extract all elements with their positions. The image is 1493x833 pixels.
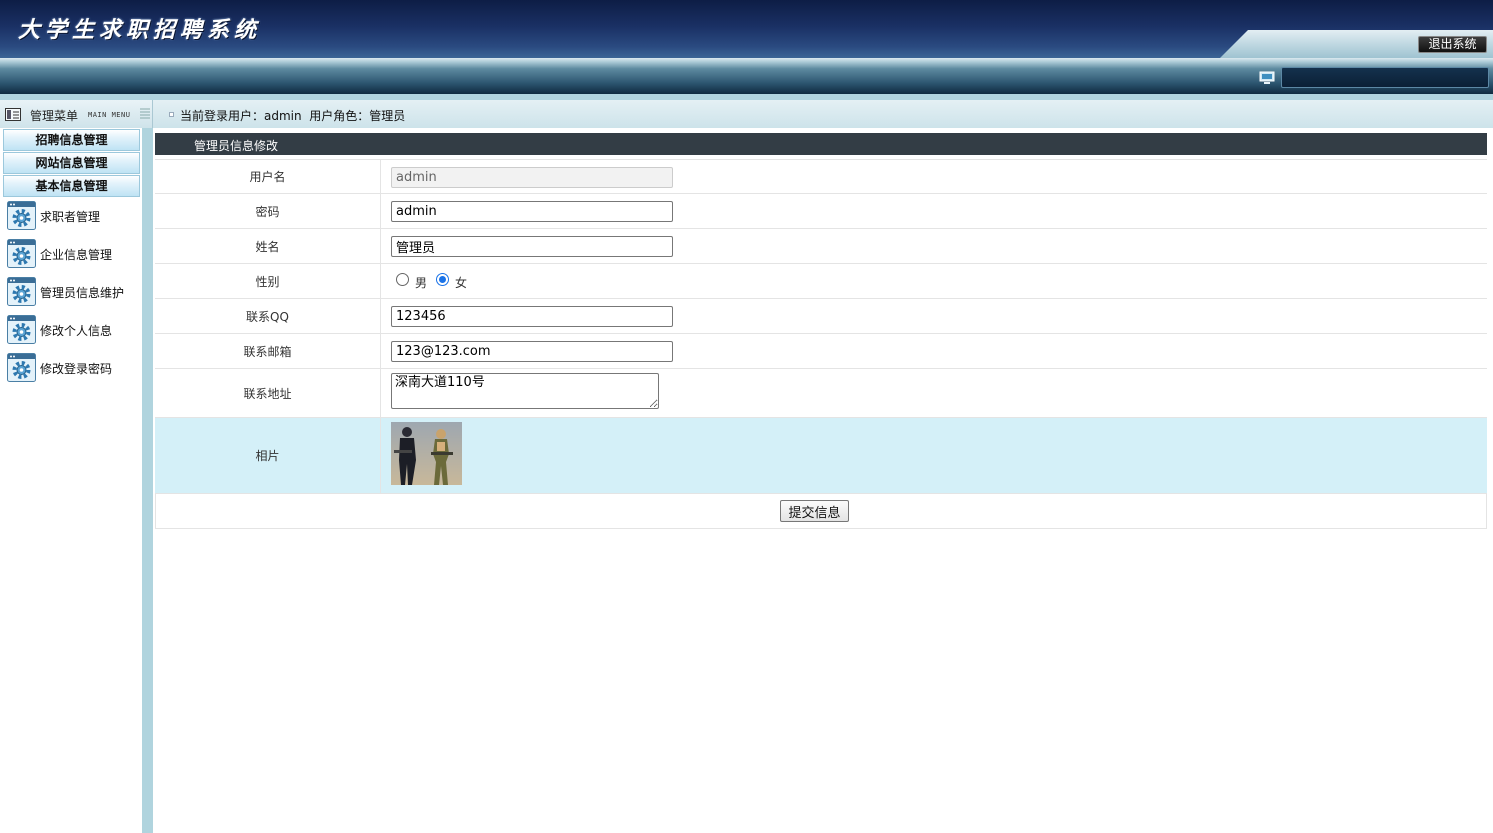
form-row-photo: 相片 bbox=[155, 418, 1487, 494]
field-label: 密码 bbox=[155, 194, 381, 228]
form-row-password: 密码 bbox=[155, 194, 1487, 229]
gender-label-female: 女 bbox=[455, 276, 468, 290]
sidebar-item-jobseekers[interactable]: 求职者管理 bbox=[7, 201, 141, 231]
field-label: 相片 bbox=[155, 418, 381, 493]
form-row-email: 联系邮箱 bbox=[155, 334, 1487, 369]
qq-field[interactable] bbox=[391, 306, 673, 327]
menu-subtitle: MAIN MENU bbox=[88, 111, 131, 119]
sidebar-item-admin-maintain[interactable]: 管理员信息维护 bbox=[7, 277, 141, 307]
profile-photo bbox=[391, 422, 462, 485]
field-label: 姓名 bbox=[155, 229, 381, 263]
sidebar-category-site[interactable]: 网站信息管理 bbox=[3, 152, 140, 174]
gear-window-icon bbox=[7, 353, 36, 382]
form-row-submit: 提交信息 bbox=[155, 494, 1487, 529]
gear-window-icon bbox=[7, 239, 36, 268]
address-field[interactable]: 深南大道110号 bbox=[391, 373, 659, 409]
form-row-name: 姓名 bbox=[155, 229, 1487, 264]
form-title-bar: 管理员信息修改 bbox=[155, 133, 1487, 155]
form-row-username: 用户名 bbox=[155, 159, 1487, 194]
login-status-text: 当前登录用户：admin 用户角色：管理员 bbox=[180, 109, 406, 123]
form-row-qq: 联系QQ bbox=[155, 299, 1487, 334]
form-row-gender: 性别 男 女 bbox=[155, 264, 1487, 299]
username-field[interactable] bbox=[391, 167, 673, 188]
email-field[interactable] bbox=[391, 341, 673, 362]
sidebar-item-label: 修改登录密码 bbox=[40, 362, 113, 376]
field-label: 性别 bbox=[155, 264, 381, 298]
menu-title: 管理菜单 bbox=[30, 109, 79, 123]
name-field[interactable] bbox=[391, 236, 673, 257]
password-field[interactable] bbox=[391, 201, 673, 222]
monitor-icon bbox=[1259, 71, 1275, 84]
sidebar-header: 管理菜单 MAIN MENU bbox=[0, 100, 153, 128]
sidebar-item-label: 管理员信息维护 bbox=[40, 286, 125, 300]
gender-radio-female[interactable] bbox=[436, 273, 449, 286]
form-title: 管理员信息修改 bbox=[194, 139, 279, 153]
sidebar-category-basic[interactable]: 基本信息管理 bbox=[3, 175, 140, 197]
gear-window-icon bbox=[7, 201, 36, 230]
sidebar: 招聘信息管理 网站信息管理 基本信息管理 求职者管理 企业信息管理 管理员信息维… bbox=[0, 128, 142, 833]
gender-radio-male[interactable] bbox=[396, 273, 409, 286]
sidebar-category-recruit[interactable]: 招聘信息管理 bbox=[3, 129, 140, 151]
field-label: 联系邮箱 bbox=[155, 334, 381, 368]
menu-icon bbox=[5, 108, 21, 121]
sidebar-item-label: 求职者管理 bbox=[40, 210, 101, 224]
sidebar-item-label: 修改个人信息 bbox=[40, 324, 113, 338]
content-header: 当前登录用户：admin 用户角色：管理员 bbox=[153, 100, 1493, 128]
submit-button[interactable]: 提交信息 bbox=[780, 500, 849, 522]
bullet-icon bbox=[169, 112, 174, 117]
gear-window-icon bbox=[7, 315, 36, 344]
field-label: 联系QQ bbox=[155, 299, 381, 333]
sidebar-divider[interactable] bbox=[142, 128, 153, 833]
sidebar-item-label: 企业信息管理 bbox=[40, 248, 113, 262]
status-field bbox=[1281, 67, 1489, 88]
form-row-address: 联系地址 深南大道110号 bbox=[155, 369, 1487, 418]
sidebar-item-companies[interactable]: 企业信息管理 bbox=[7, 239, 141, 269]
field-label: 联系地址 bbox=[155, 369, 381, 417]
gender-label-male: 男 bbox=[415, 276, 428, 290]
sidebar-item-edit-profile[interactable]: 修改个人信息 bbox=[7, 315, 141, 345]
menu-lines-icon[interactable] bbox=[140, 107, 150, 119]
sidebar-item-change-password[interactable]: 修改登录密码 bbox=[7, 353, 141, 383]
field-label: 用户名 bbox=[155, 160, 381, 193]
logout-button[interactable]: 退出系统 bbox=[1418, 36, 1487, 53]
app-title: 大学生求职招聘系统 bbox=[18, 17, 262, 43]
gear-window-icon bbox=[7, 277, 36, 306]
